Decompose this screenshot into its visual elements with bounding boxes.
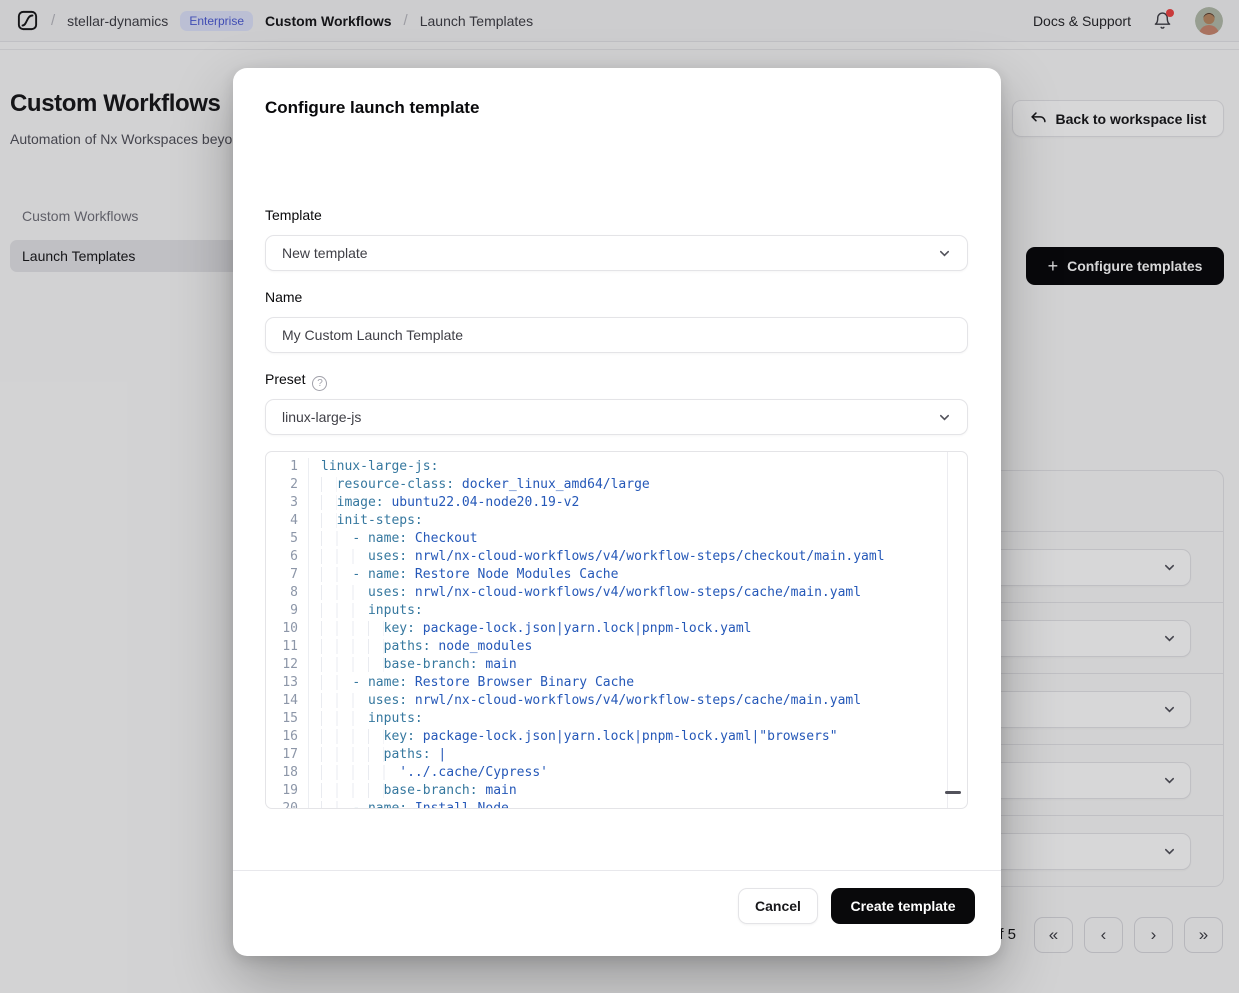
line-number: 18 xyxy=(266,764,309,782)
create-template-button[interactable]: Create template xyxy=(831,888,975,924)
code-line: 19 base-branch: main xyxy=(266,782,967,800)
code-line: 13 - name: Restore Browser Binary Cache xyxy=(266,674,967,692)
code-line: 17 paths: | xyxy=(266,746,967,764)
line-number: 16 xyxy=(266,728,309,746)
preset-select[interactable]: linux-large-js xyxy=(265,399,968,435)
code-line: 5 - name: Checkout xyxy=(266,530,967,548)
name-input[interactable] xyxy=(265,317,968,353)
code-line: 9 inputs: xyxy=(266,602,967,620)
line-number: 10 xyxy=(266,620,309,638)
line-number: 11 xyxy=(266,638,309,656)
code-line: 7 - name: Restore Node Modules Cache xyxy=(266,566,967,584)
line-number: 1 xyxy=(266,458,309,476)
code-line: 14 uses: nrwl/nx-cloud-workflows/v4/work… xyxy=(266,692,967,710)
line-number: 20 xyxy=(266,800,309,809)
scrollbar-thumb[interactable] xyxy=(945,791,961,794)
cancel-button[interactable]: Cancel xyxy=(738,888,818,924)
line-number: 19 xyxy=(266,782,309,800)
configure-launch-template-modal: Configure launch template Template New t… xyxy=(233,68,1001,956)
name-field-label: Name xyxy=(265,289,302,305)
template-select[interactable]: New template xyxy=(265,235,968,271)
line-number: 5 xyxy=(266,530,309,548)
line-number: 2 xyxy=(266,476,309,494)
code-line: 10 key: package-lock.json|yarn.lock|pnpm… xyxy=(266,620,967,638)
code-line: 1linux-large-js: xyxy=(266,458,967,476)
preset-field-label: Preset? xyxy=(265,371,327,391)
template-select-value: New template xyxy=(282,245,368,261)
line-number: 15 xyxy=(266,710,309,728)
code-line: 11 paths: node_modules xyxy=(266,638,967,656)
line-number: 7 xyxy=(266,566,309,584)
code-line: 18 '../.cache/Cypress' xyxy=(266,764,967,782)
line-number: 17 xyxy=(266,746,309,764)
modal-footer: Cancel Create template xyxy=(233,870,1001,956)
line-number: 14 xyxy=(266,692,309,710)
line-number: 13 xyxy=(266,674,309,692)
modal-title: Configure launch template xyxy=(265,98,479,118)
line-number: 8 xyxy=(266,584,309,602)
code-line: 20 - name: Install Node xyxy=(266,800,967,809)
code-line: 3 image: ubuntu22.04-node20.19-v2 xyxy=(266,494,967,512)
code-line: 8 uses: nrwl/nx-cloud-workflows/v4/workf… xyxy=(266,584,967,602)
code-line: 12 base-branch: main xyxy=(266,656,967,674)
chevron-down-icon xyxy=(938,411,951,424)
preset-select-value: linux-large-js xyxy=(282,409,361,425)
line-number: 4 xyxy=(266,512,309,530)
help-icon[interactable]: ? xyxy=(312,376,327,391)
code-line: 15 inputs: xyxy=(266,710,967,728)
scrollbar-track xyxy=(947,452,948,808)
line-number: 6 xyxy=(266,548,309,566)
line-number: 9 xyxy=(266,602,309,620)
template-field-label: Template xyxy=(265,207,322,223)
line-number: 12 xyxy=(266,656,309,674)
code-line: 16 key: package-lock.json|yarn.lock|pnpm… xyxy=(266,728,967,746)
line-number: 3 xyxy=(266,494,309,512)
chevron-down-icon xyxy=(938,247,951,260)
code-line: 4 init-steps: xyxy=(266,512,967,530)
yaml-code-editor[interactable]: 1linux-large-js:2 resource-class: docker… xyxy=(265,451,968,809)
code-line: 2 resource-class: docker_linux_amd64/lar… xyxy=(266,476,967,494)
code-line: 6 uses: nrwl/nx-cloud-workflows/v4/workf… xyxy=(266,548,967,566)
